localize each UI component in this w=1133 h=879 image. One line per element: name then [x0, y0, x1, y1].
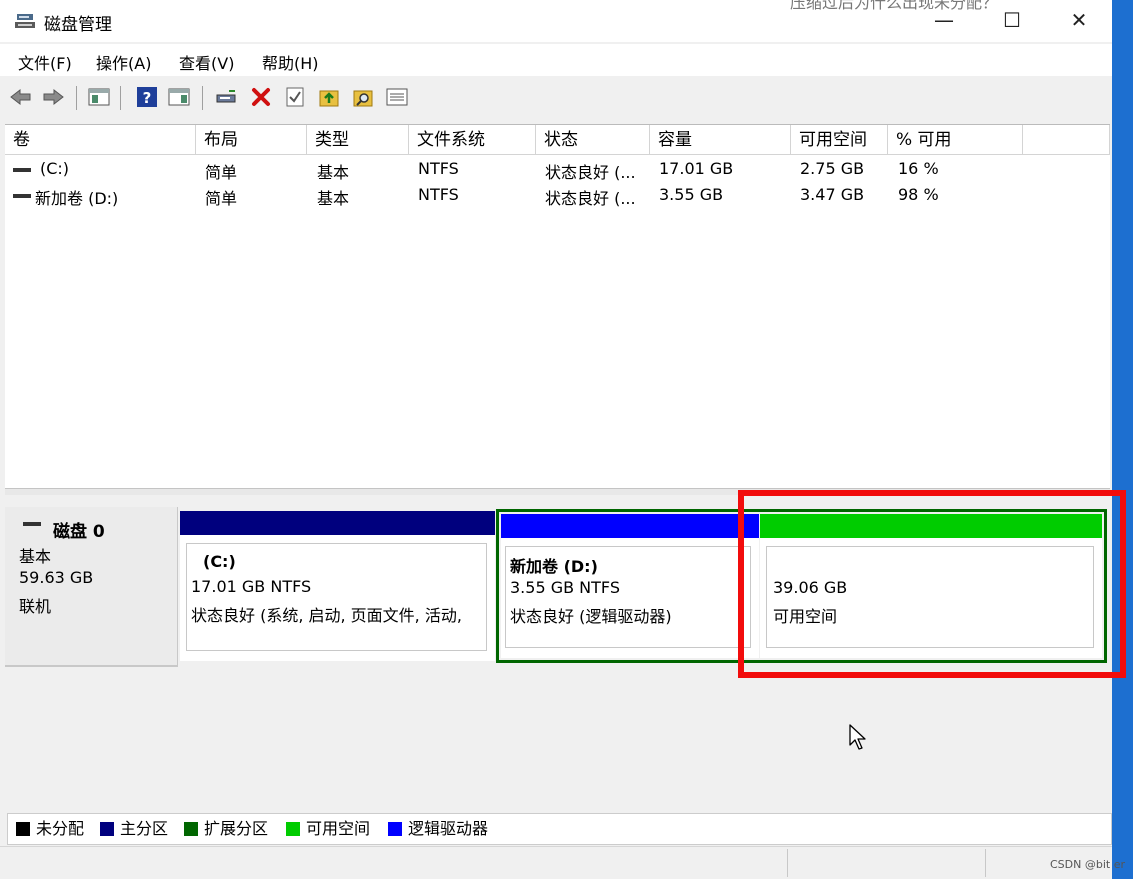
legend-swatch — [100, 822, 114, 836]
partition-size: 17.01 GB NTFS — [191, 577, 312, 596]
legend-swatch — [16, 822, 30, 836]
status-bar — [0, 846, 1112, 879]
column-header-filler — [1023, 125, 1110, 155]
disk-0-label[interactable]: 磁盘 0 基本 59.63 GB 联机 — [5, 507, 178, 667]
legend-item-primary: 主分区 — [100, 820, 168, 838]
up-folder-icon[interactable] — [316, 84, 342, 110]
help-icon[interactable]: ? — [134, 84, 160, 110]
connect-disk-icon[interactable] — [214, 84, 240, 110]
svg-text:?: ? — [143, 89, 152, 107]
delete-icon[interactable] — [248, 84, 274, 110]
forward-icon[interactable] — [40, 84, 66, 110]
column-header-percent-free[interactable]: % 可用 — [888, 125, 1023, 155]
volume-capacity: 17.01 GB — [659, 159, 734, 178]
volume-drive-icon — [13, 168, 31, 172]
partition-c[interactable]: (C:) 17.01 GB NTFS 状态良好 (系统, 启动, 页面文件, 活… — [180, 511, 495, 661]
menu-action[interactable]: 操作(A) — [96, 50, 151, 74]
disk-size: 59.63 GB — [19, 568, 94, 587]
partition-d-body: 新加卷 (D:) 3.55 GB NTFS 状态良好 (逻辑驱动器) — [505, 546, 751, 648]
menu-help[interactable]: 帮助(H) — [262, 50, 319, 74]
menu-file[interactable]: 文件(F) — [18, 50, 72, 74]
partition-title: (C:) — [203, 552, 236, 571]
volume-type: 基本 — [317, 189, 350, 208]
volume-filesystem: NTFS — [418, 159, 459, 178]
volume-filesystem: NTFS — [418, 185, 459, 204]
maximize-button[interactable]: ☐ — [980, 0, 1044, 42]
check-icon[interactable] — [282, 84, 308, 110]
console-tree-icon[interactable] — [86, 84, 112, 110]
volume-free-space: 2.75 GB — [800, 159, 865, 178]
disk-drive-icon — [23, 522, 41, 526]
toolbar: ? — [0, 78, 1112, 118]
volume-drive-icon — [13, 194, 31, 198]
properties-view-icon[interactable] — [166, 84, 192, 110]
red-highlight-box — [738, 490, 1126, 678]
partition-status: 状态良好 (逻辑驱动器) — [510, 607, 672, 626]
legend: 未分配 主分区 扩展分区 可用空间 逻辑驱动器 — [7, 813, 1112, 845]
watermark: CSDN @bit er — [1050, 858, 1125, 871]
legend-item-extended: 扩展分区 — [184, 820, 268, 838]
volume-layout: 简单 — [205, 163, 238, 182]
volume-name: 新加卷 (D:) — [35, 189, 119, 208]
status-divider — [985, 849, 986, 877]
volume-capacity: 3.55 GB — [659, 185, 724, 204]
volume-status: 状态良好 (... — [545, 189, 636, 208]
legend-item-logical: 逻辑驱动器 — [388, 820, 488, 838]
disk-management-window: 磁盘管理 压缩过后为什么出现未分配？ — ☐ ✕ 文件(F) 操作(A) 查看(… — [0, 0, 1112, 879]
legend-swatch — [388, 822, 402, 836]
column-header-free-space[interactable]: 可用空间 — [791, 125, 888, 155]
volume-percent-free: 16 % — [898, 159, 939, 178]
table-row[interactable]: (C:) 简单 基本 NTFS 状态良好 (... 17.01 GB 2.75 … — [5, 157, 1110, 183]
volume-name: (C:) — [40, 159, 70, 178]
list-view-icon[interactable] — [384, 84, 410, 110]
volume-status: 状态良好 (... — [545, 163, 636, 182]
column-header-layout[interactable]: 布局 — [196, 125, 307, 155]
disk-management-app-icon — [15, 14, 35, 28]
mouse-cursor-icon — [849, 724, 866, 750]
toolbar-separator — [76, 86, 77, 110]
window-title: 磁盘管理 — [44, 15, 112, 35]
column-header-status[interactable]: 状态 — [536, 125, 650, 155]
menu-view[interactable]: 查看(V) — [179, 50, 234, 74]
partition-size: 3.55 GB NTFS — [510, 578, 620, 597]
volume-percent-free: 98 % — [898, 185, 939, 204]
primary-partition-bar — [180, 511, 495, 535]
title-bar: 磁盘管理 压缩过后为什么出现未分配？ — ☐ ✕ — [0, 0, 1112, 42]
legend-swatch — [184, 822, 198, 836]
disk-name: 磁盘 0 — [53, 522, 105, 542]
toolbar-separator — [202, 86, 203, 110]
volume-type: 基本 — [317, 163, 350, 182]
close-button[interactable]: ✕ — [1047, 0, 1111, 42]
partition-d[interactable]: 新加卷 (D:) 3.55 GB NTFS 状态良好 (逻辑驱动器) — [501, 514, 759, 658]
partition-title: 新加卷 (D:) — [510, 557, 598, 576]
column-header-type[interactable]: 类型 — [307, 125, 409, 155]
column-header-capacity[interactable]: 容量 — [650, 125, 791, 155]
status-divider — [787, 849, 788, 877]
column-header-volume[interactable]: 卷 — [5, 125, 196, 155]
minimize-button[interactable]: — — [912, 0, 976, 42]
table-row[interactable]: 新加卷 (D:) 简单 基本 NTFS 状态良好 (... 3.55 GB 3.… — [5, 183, 1110, 209]
volume-layout: 简单 — [205, 189, 238, 208]
legend-swatch — [286, 822, 300, 836]
legend-item-unallocated: 未分配 — [16, 820, 84, 838]
partition-c-body: (C:) 17.01 GB NTFS 状态良好 (系统, 启动, 页面文件, 活… — [186, 543, 487, 651]
volume-free-space: 3.47 GB — [800, 185, 865, 204]
logical-drive-bar — [501, 514, 759, 538]
volume-list: 卷 布局 类型 文件系统 状态 容量 可用空间 % 可用 (C:) 简单 基本 … — [5, 124, 1110, 488]
disk-type: 基本 — [19, 547, 52, 566]
legend-item-free-space: 可用空间 — [286, 820, 370, 838]
toolbar-separator — [120, 86, 121, 110]
column-header-filesystem[interactable]: 文件系统 — [409, 125, 536, 155]
back-icon[interactable] — [8, 84, 34, 110]
partition-status: 状态良好 (系统, 启动, 页面文件, 活动, — [191, 606, 462, 625]
search-folder-icon[interactable] — [350, 84, 376, 110]
menu-bar: 文件(F) 操作(A) 查看(V) 帮助(H) — [0, 44, 1112, 76]
disk-state: 联机 — [19, 597, 52, 616]
